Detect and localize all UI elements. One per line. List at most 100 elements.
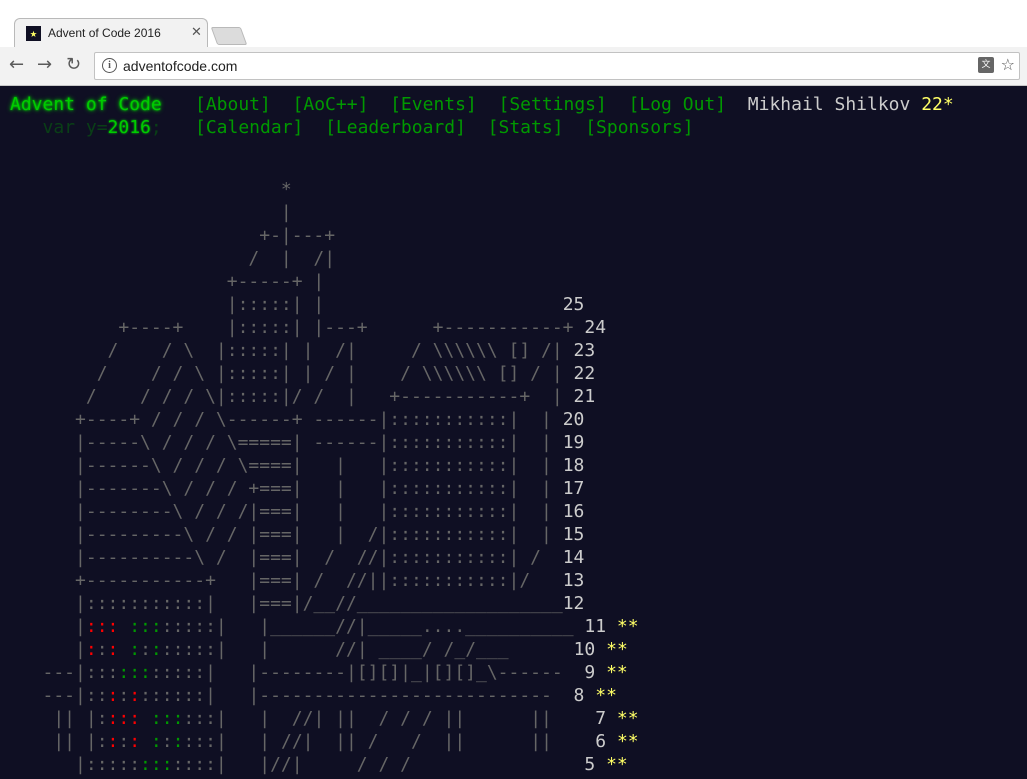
calendar-art-segment: ::: xyxy=(118,662,151,683)
calendar-day-row: |---------\ / / |===| | /|:::::::::::| |… xyxy=(10,524,584,545)
calendar-art-segment: : xyxy=(118,731,130,752)
site-title[interactable]: Advent of Code xyxy=(10,93,162,116)
calendar-art-segment: |--------\ / / /|===| | |:::::::::::| | xyxy=(10,501,563,522)
calendar-art-segment: ::: xyxy=(85,616,119,637)
calendar-day-number: 9 xyxy=(573,662,596,683)
url-text[interactable]: adventofcode.com xyxy=(123,58,237,74)
calendar-day-number: 17 xyxy=(562,478,585,499)
calendar-day-row[interactable]: ---|:::::::::::| |----------------------… xyxy=(10,685,617,706)
calendar-art-segment: :::::| | //| ____/ /_/___ xyxy=(161,639,574,660)
calendar-art-segment: ---|:: xyxy=(10,685,108,706)
calendar-day-row: |:::::| | 25 xyxy=(10,294,585,315)
nav-calendar[interactable]: [Calendar] xyxy=(195,117,303,138)
year-label[interactable]: var y=2016; xyxy=(10,116,162,139)
calendar-art-segment: ::::| |//| / / / xyxy=(172,754,574,775)
browser-tab[interactable]: ★ Advent of Code 2016 ✕ xyxy=(14,18,208,49)
calendar-day-number: 10 xyxy=(573,639,596,660)
calendar-day-number: 7 xyxy=(584,708,607,729)
calendar-day-number: 23 xyxy=(573,340,596,361)
calendar-art-segment: : xyxy=(129,685,141,706)
calendar-day-stars: ** xyxy=(616,731,639,752)
calendar-day-number: 5 xyxy=(573,754,596,775)
calendar-day-row: |-----\ / / / \=====| ------|:::::::::::… xyxy=(10,432,584,453)
nav-logout[interactable]: [Log Out] xyxy=(629,94,727,115)
calendar-art-segment: : xyxy=(150,731,162,752)
calendar-day-row[interactable]: |::: ::::::::| |______//|_____....______… xyxy=(10,616,639,637)
calendar-day-row: |----------\ / |===| / //|:::::::::::| /… xyxy=(10,547,584,568)
calendar-art-segment: / / \ |:::::| | /| / \\\\\\ [] /| xyxy=(10,340,574,361)
calendar-day-row: +-----------+ |===| / //||:::::::::::|/ … xyxy=(10,570,584,591)
nav-stats[interactable]: [Stats] xyxy=(488,117,564,138)
calendar-day-number: 25 xyxy=(562,294,585,315)
calendar-day-number: 19 xyxy=(562,432,585,453)
calendar-day-row: / / / \ |:::::| | / | / \\\\\\ [] / | 22 xyxy=(10,363,596,384)
calendar-top-line: * xyxy=(10,179,292,200)
calendar-day-number: 24 xyxy=(584,317,607,338)
calendar-art-segment: : xyxy=(96,639,108,660)
calendar-art-segment: :::::| |--------|[][]|_|[][]_\------ xyxy=(150,662,574,683)
nav-about[interactable]: [About] xyxy=(195,94,271,115)
nav-leaderboard[interactable]: [Leaderboard] xyxy=(325,117,466,138)
calendar-day-number: 12 xyxy=(562,593,585,614)
calendar-art-segment: ---|::: xyxy=(10,662,119,683)
calendar-day-row[interactable]: ---|:::::::::::| |--------|[][]|_|[][]_\… xyxy=(10,662,628,683)
calendar-day-stars: ** xyxy=(606,639,628,660)
calendar-day-stars: ** xyxy=(606,662,628,683)
back-button[interactable]: ← xyxy=(9,55,24,75)
calendar-day-row: |:::::::::::| |===|/__//________________… xyxy=(10,593,584,614)
nav-events[interactable]: [Events] xyxy=(390,94,477,115)
calendar-day-row[interactable]: || |:::: ::::::| | //| || / / || || 6 ** xyxy=(10,731,639,752)
calendar-art-segment: || |: xyxy=(10,708,108,729)
calendar-art-segment: :::| | //| || / / / || || xyxy=(183,708,585,729)
calendar-art: * | +-|---+ / | /| +-----+ | |:::::| | 2… xyxy=(10,178,639,776)
calendar-art-segment: : xyxy=(129,639,141,660)
calendar-art-segment xyxy=(140,731,151,752)
calendar-art-segment: :::| | //| || / / || || xyxy=(183,731,585,752)
calendar-art-segment: : xyxy=(85,639,97,660)
calendar-day-row: +----+ |:::::| |---+ +-----------+ 24 xyxy=(10,317,606,338)
close-tab-icon[interactable]: ✕ xyxy=(191,24,202,40)
calendar-day-row[interactable]: || |:::: ::::::| | //| || / / / || || 7 … xyxy=(10,708,639,729)
calendar-day-stars: ** xyxy=(595,685,617,706)
calendar-day-stars: ** xyxy=(616,616,639,637)
forward-button[interactable]: → xyxy=(37,55,52,75)
calendar-art-segment: |---------\ / / |===| | /|:::::::::::| | xyxy=(10,524,563,545)
new-tab-button[interactable] xyxy=(210,27,248,45)
calendar-art-segment: ::: xyxy=(129,616,162,637)
calendar-art-segment: : xyxy=(129,731,141,752)
calendar-day-row[interactable]: |::::::::::::| |//| / / / 5 ** xyxy=(10,754,628,775)
translate-icon[interactable]: 文 xyxy=(978,57,994,73)
nav-settings[interactable]: [Settings] xyxy=(498,94,606,115)
calendar-art-segment: :::::| |______//|_____....__________ xyxy=(161,616,585,637)
calendar-art-segment: |-------\ / / / +===| | |:::::::::::| | xyxy=(10,478,563,499)
calendar-art-segment: || |: xyxy=(10,731,108,752)
calendar-art-segment: ::::::| |--------------------------- xyxy=(140,685,563,706)
calendar-day-stars: ** xyxy=(616,708,639,729)
calendar-day-row[interactable]: |::: ::::::::| | //| ____/ /_/___ 10 ** xyxy=(10,639,628,660)
user-star-count: 22* xyxy=(921,94,954,115)
calendar-art-segment xyxy=(118,616,129,637)
calendar-day-row: |-------\ / / / +===| | |:::::::::::| | … xyxy=(10,478,584,499)
calendar-art-segment: |-----\ / / / \=====| ------|:::::::::::… xyxy=(10,432,563,453)
calendar-art-segment: +-----------+ |===| / //||:::::::::::|/ xyxy=(10,570,563,591)
nav-sponsors[interactable]: [Sponsors] xyxy=(585,117,693,138)
calendar-art-segment xyxy=(118,639,129,660)
calendar-art-segment: / / / \ |:::::| | / | / \\\\\\ [] / | xyxy=(10,363,574,384)
bookmark-star-icon[interactable]: ☆ xyxy=(1001,55,1015,74)
site-info-icon[interactable]: i xyxy=(102,58,117,73)
calendar-art-segment: | xyxy=(10,616,86,637)
calendar-day-row: |------\ / / / \====| | |:::::::::::| | … xyxy=(10,455,584,476)
calendar-art-segment: |----------\ / |===| / //|:::::::::::| / xyxy=(10,547,563,568)
nav-aocpp[interactable]: [AoC++] xyxy=(293,94,369,115)
calendar-top-line: | xyxy=(10,202,292,223)
tab-title: Advent of Code 2016 xyxy=(48,26,161,40)
calendar-day-row: +----+ / / / \------+ ------|:::::::::::… xyxy=(10,409,584,430)
calendar-art-segment: |:::::::::::| |===|/__//________________… xyxy=(10,593,563,614)
reload-button[interactable]: ↻ xyxy=(66,55,81,75)
calendar-art-segment: : xyxy=(172,731,184,752)
user-name: Mikhail Shilkov xyxy=(747,94,911,115)
address-bar[interactable]: i adventofcode.com 文 ☆ xyxy=(94,52,1020,80)
calendar-art-segment: |:::::| | xyxy=(10,294,563,315)
calendar-day-number: 18 xyxy=(562,455,585,476)
calendar-day-number: 21 xyxy=(573,386,596,407)
